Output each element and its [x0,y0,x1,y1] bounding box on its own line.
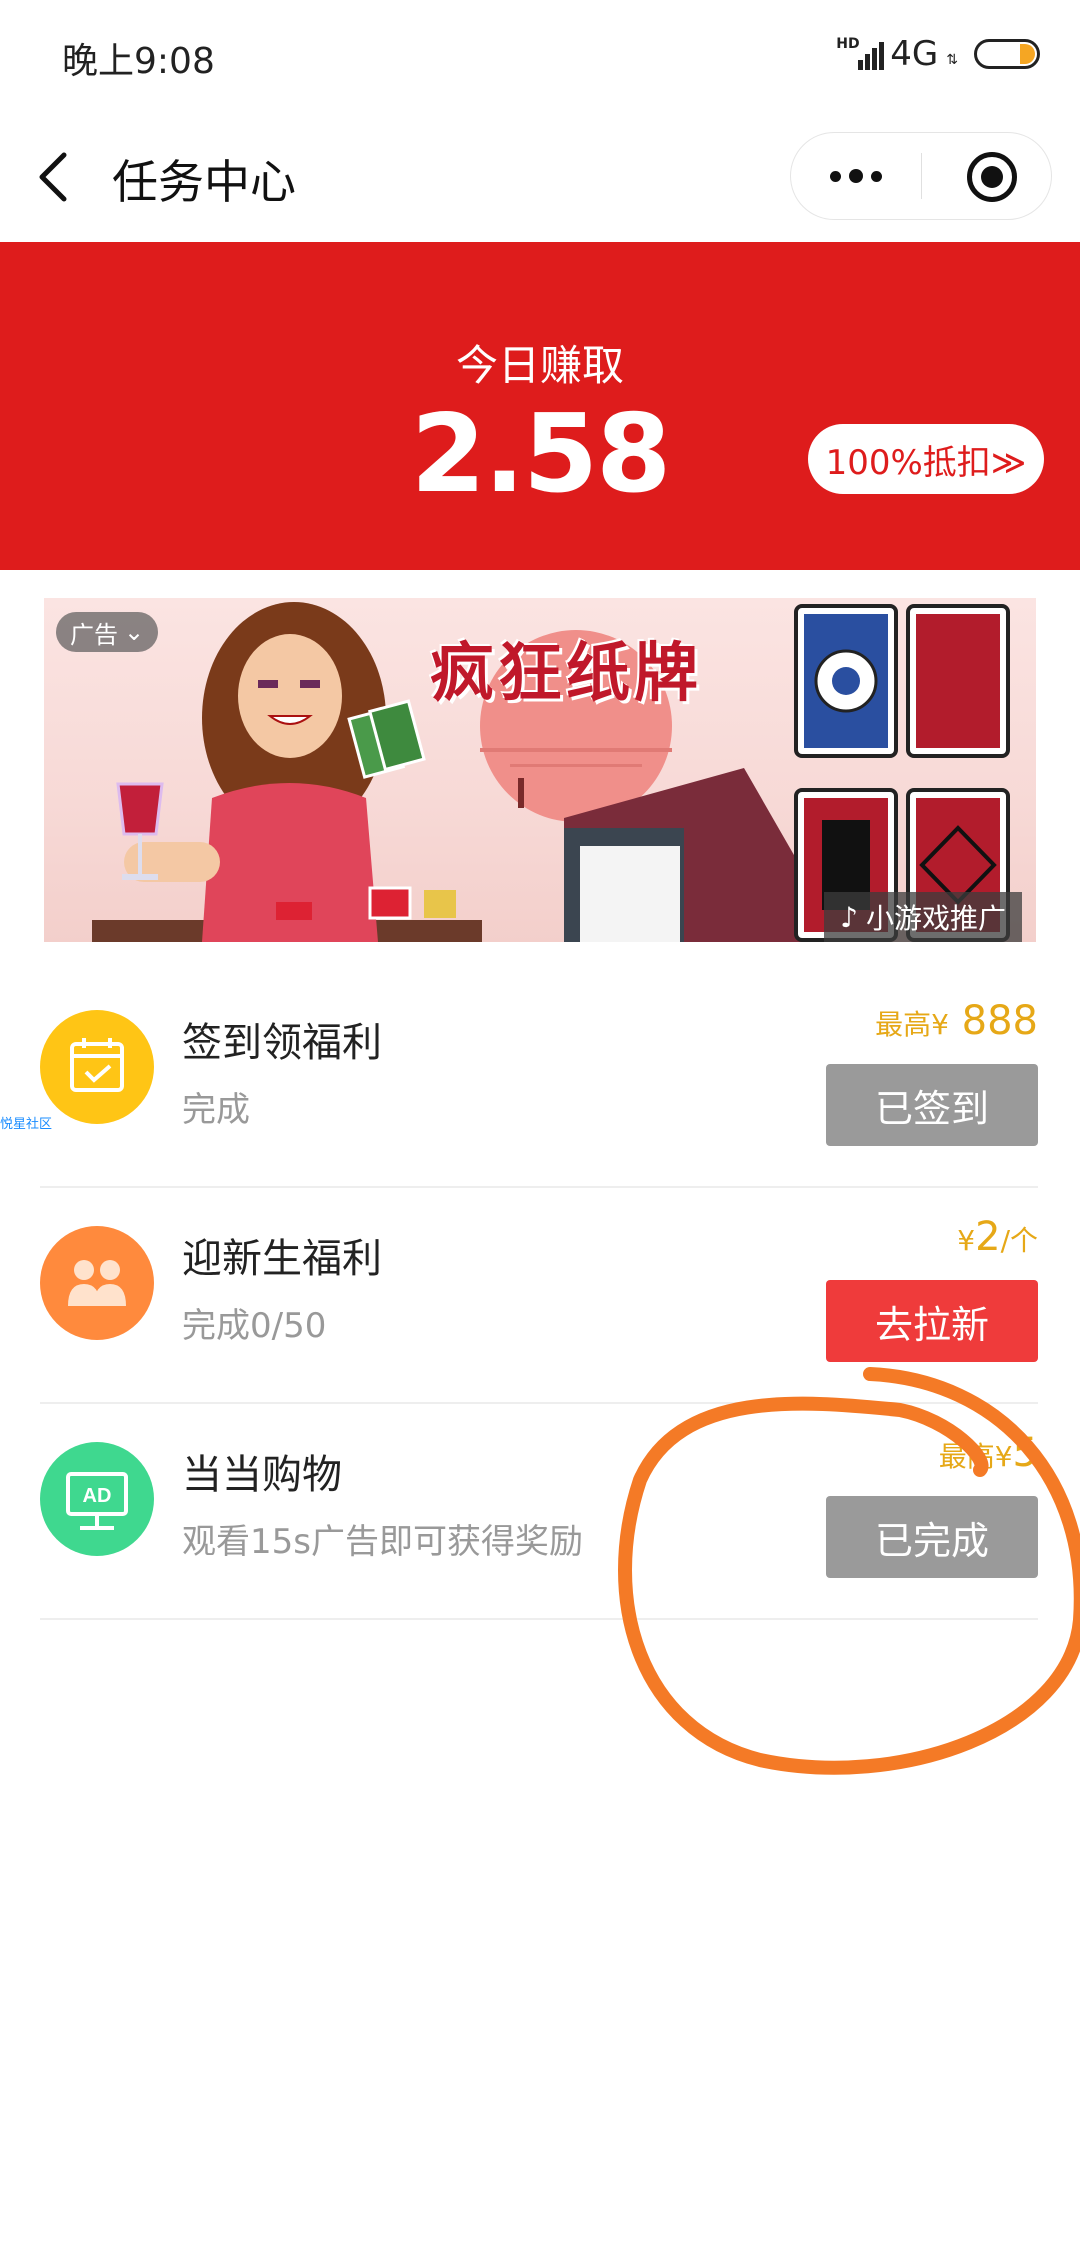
signin-done-button[interactable]: 已签到 [826,1064,1038,1146]
calendar-check-icon [40,1010,154,1124]
chevron-left-icon [39,152,67,202]
ad-tag[interactable]: 广告 ⌄ [56,612,159,652]
mini-game-tag: ♪ 小游戏推广 [824,892,1022,942]
hd-label: HD [836,36,860,52]
ad-tag-label: 广告 [70,620,118,649]
more-button[interactable] [791,133,921,219]
mini-game-tag-label: 小游戏推广 [865,902,1006,935]
signal-icon: HD [836,34,885,74]
nav-bar: 任务中心 [0,112,1080,242]
network-type: 4G [890,34,939,74]
more-dots-icon [830,170,841,182]
task-reward: 最高¥ 888 [875,998,1038,1044]
chevron-down-icon: ⌄ [124,618,145,646]
svg-text:AD: AD [83,1485,112,1507]
task-desc: 完成 [182,1090,250,1130]
task-item-invite: 迎新生福利 完成0/50 ¥2/个 去拉新 [40,1188,1038,1404]
page-title: 任务中心 [112,155,296,209]
data-arrows-icon: ⇅ [946,52,958,68]
invite-button[interactable]: 去拉新 [826,1280,1038,1362]
status-bar: 晚上9:08 HD 4G ⇅ [0,0,1080,112]
invite-users-icon [40,1226,154,1340]
task-desc: 完成0/50 [182,1306,327,1346]
earnings-header: 今日赚取 2.58 100%抵扣≫ [0,242,1080,570]
battery-icon [974,39,1040,69]
mini-program-capsule [790,132,1052,220]
task-desc: 观看15s广告即可获得奖励 [182,1522,583,1562]
shopping-done-button[interactable]: 已完成 [826,1496,1038,1578]
task-reward: 最高¥5 [938,1430,1038,1476]
back-button[interactable] [30,147,80,207]
earnings-label: 今日赚取 [455,341,624,390]
ad-banner-title: 疯狂纸牌 [430,636,702,711]
status-time: 晚上9:08 [62,41,215,82]
task-reward: ¥2/个 [957,1214,1038,1260]
close-mini-program-button[interactable] [967,152,1017,202]
task-name: 当当购物 [182,1452,342,1498]
discount-button[interactable]: 100%抵扣≫ [808,424,1044,494]
ad-board-icon: AD [40,1442,154,1556]
status-indicators: HD 4G ⇅ [836,30,1040,78]
task-name: 迎新生福利 [182,1236,382,1282]
task-name: 签到领福利 [182,1020,382,1066]
task-item-signin: 签到领福利 完成 最高¥ 888 已签到 [40,972,1038,1188]
ad-banner[interactable]: 疯狂纸牌 广告 ⌄ ♪ 小游戏推广 [44,598,1036,942]
mini-program-icon: ♪ [840,900,858,934]
task-item-shopping: AD 当当购物 观看15s广告即可获得奖励 最高¥5 已完成 [40,1404,1038,1620]
